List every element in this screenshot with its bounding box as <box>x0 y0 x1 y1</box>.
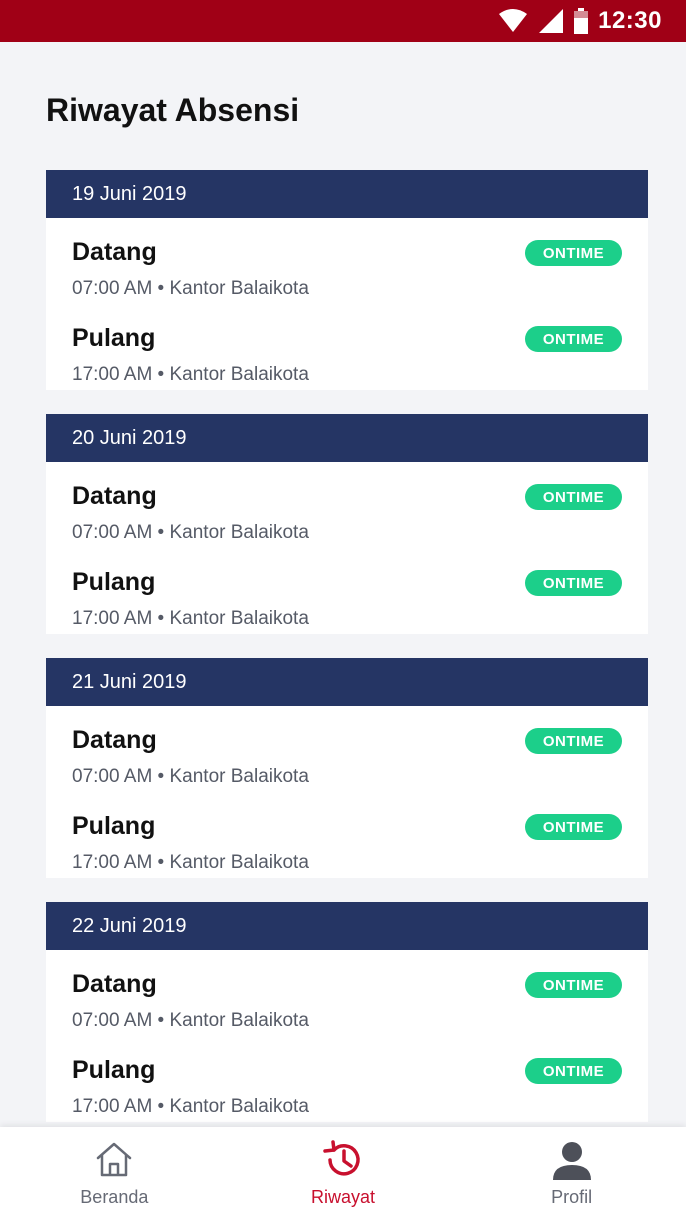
attendance-entry[interactable]: Pulang 17:00 AM • Kantor Balaikota ONTIM… <box>46 792 648 878</box>
entry-label: Pulang <box>72 568 156 596</box>
entry-label: Datang <box>72 238 157 266</box>
entry-label: Datang <box>72 482 157 510</box>
status-time: 12:30 <box>598 7 662 34</box>
day-card: 20 Juni 2019 Datang 07:00 AM • Kantor Ba… <box>46 414 648 634</box>
wifi-icon <box>499 9 528 32</box>
nav-label: Riwayat <box>310 1187 376 1207</box>
entry-detail: 07:00 AM • Kantor Balaikota <box>72 1010 309 1031</box>
status-badge: ONTIME <box>525 1058 622 1084</box>
status-badge: ONTIME <box>525 570 622 596</box>
entry-detail: 17:00 AM • Kantor Balaikota <box>72 364 309 385</box>
entry-detail: 07:00 AM • Kantor Balaikota <box>72 278 309 299</box>
battery-icon <box>574 8 589 34</box>
day-header: 21 Juni 2019 <box>46 658 648 706</box>
day-header: 19 Juni 2019 <box>46 170 648 218</box>
nav-item-profil[interactable]: Profil <box>457 1127 686 1214</box>
entry-detail: 17:00 AM • Kantor Balaikota <box>72 608 309 629</box>
attendance-history-list: 19 Juni 2019 Datang 07:00 AM • Kantor Ba… <box>46 170 648 1146</box>
status-bar: 12:30 <box>0 0 686 42</box>
entry-label: Pulang <box>72 324 156 352</box>
nav-item-beranda[interactable]: Beranda <box>0 1127 229 1214</box>
home-icon <box>97 1142 132 1177</box>
day-header: 22 Juni 2019 <box>46 902 648 950</box>
attendance-entry[interactable]: Datang 07:00 AM • Kantor Balaikota ONTIM… <box>46 706 648 792</box>
nav-label: Profil <box>551 1187 593 1207</box>
status-badge: ONTIME <box>525 814 622 840</box>
day-card: 19 Juni 2019 Datang 07:00 AM • Kantor Ba… <box>46 170 648 390</box>
attendance-entry[interactable]: Pulang 17:00 AM • Kantor Balaikota ONTIM… <box>46 1036 648 1122</box>
entry-label: Datang <box>72 726 157 754</box>
attendance-entry[interactable]: Datang 07:00 AM • Kantor Balaikota ONTIM… <box>46 218 648 304</box>
day-card: 22 Juni 2019 Datang 07:00 AM • Kantor Ba… <box>46 902 648 1122</box>
day-card: 21 Juni 2019 Datang 07:00 AM • Kantor Ba… <box>46 658 648 878</box>
status-badge: ONTIME <box>525 972 622 998</box>
history-icon <box>323 1140 360 1176</box>
entry-label: Datang <box>72 970 157 998</box>
entry-detail: 17:00 AM • Kantor Balaikota <box>72 852 309 873</box>
attendance-entry[interactable]: Pulang 17:00 AM • Kantor Balaikota ONTIM… <box>46 304 648 390</box>
entry-detail: 17:00 AM • Kantor Balaikota <box>72 1096 309 1117</box>
entry-label: Pulang <box>72 812 156 840</box>
status-badge: ONTIME <box>525 484 622 510</box>
attendance-entry[interactable]: Datang 07:00 AM • Kantor Balaikota ONTIM… <box>46 462 648 548</box>
status-badge: ONTIME <box>525 728 622 754</box>
status-badge: ONTIME <box>525 240 622 266</box>
entry-detail: 07:00 AM • Kantor Balaikota <box>72 766 309 787</box>
attendance-entry[interactable]: Datang 07:00 AM • Kantor Balaikota ONTIM… <box>46 950 648 1036</box>
nav-item-riwayat[interactable]: Riwayat <box>229 1127 458 1214</box>
entry-label: Pulang <box>72 1056 156 1084</box>
nav-label: Beranda <box>80 1187 149 1207</box>
day-header: 20 Juni 2019 <box>46 414 648 462</box>
attendance-entry[interactable]: Pulang 17:00 AM • Kantor Balaikota ONTIM… <box>46 548 648 634</box>
profile-icon <box>552 1142 591 1180</box>
bottom-navigation: Beranda Riwayat Profil <box>0 1127 686 1214</box>
entry-detail: 07:00 AM • Kantor Balaikota <box>72 522 309 543</box>
page-title: Riwayat Absensi <box>46 92 300 128</box>
status-badge: ONTIME <box>525 326 622 352</box>
signal-icon <box>539 9 564 33</box>
